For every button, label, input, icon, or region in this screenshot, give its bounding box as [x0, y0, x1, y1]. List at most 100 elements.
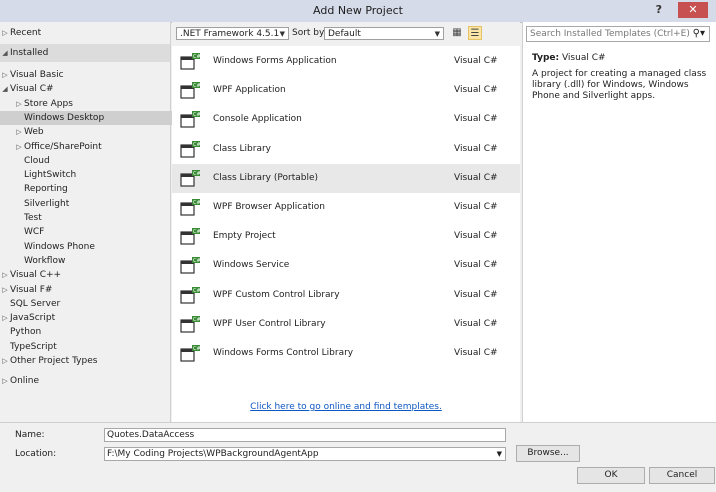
name-label: Name: [15, 430, 45, 440]
expand-arrow-icon[interactable]: ▷ [14, 97, 24, 111]
template-row[interactable]: C# Empty Project Visual C# [172, 222, 520, 251]
wpf-browser-app-icon: C# [180, 199, 201, 217]
tree-item[interactable]: ▷ Visual C++ [0, 268, 170, 282]
template-toolbar: .NET Framework 4.5.1 ▼ Sort by: Default ▼ … [172, 22, 520, 46]
tree-item[interactable]: ▷ Visual F# [0, 283, 170, 297]
expand-arrow-icon[interactable]: ▷ [0, 68, 10, 82]
empty-project-icon: C# [180, 228, 201, 246]
template-language: Visual C# [454, 318, 498, 329]
list-view-icon[interactable]: ☰ [468, 26, 482, 40]
template-name: Class Library (Portable) [213, 172, 318, 183]
template-row[interactable]: C# Windows Forms Application Visual C# [172, 47, 520, 76]
class-library-icon: C# [180, 140, 201, 159]
expand-arrow-icon[interactable]: ▷ [0, 354, 10, 368]
tree-item[interactable]: TypeScript [0, 340, 170, 354]
help-button[interactable]: ? [656, 3, 662, 16]
expand-arrow-icon[interactable]: ▷ [14, 125, 24, 139]
tree-item[interactable]: Python [0, 325, 170, 339]
tree-item[interactable]: SQL Server [0, 297, 170, 311]
template-name: WPF Application [213, 85, 286, 96]
template-row[interactable]: C# Console Application Visual C# [172, 105, 520, 134]
expand-arrow-icon[interactable]: ▷ [0, 283, 10, 297]
template-language: Visual C# [454, 85, 498, 96]
windows-forms-app-icon: C# [180, 53, 201, 71]
portable-class-library-icon: C# [180, 169, 201, 188]
svg-text:C#: C# [193, 200, 200, 206]
template-row[interactable]: C# WPF Application Visual C# [172, 76, 520, 105]
template-row[interactable]: C# Windows Forms Control Library Visual C# [172, 339, 520, 368]
windows-service-icon: C# [180, 257, 201, 275]
medium-icons-view-icon[interactable]: ▦ [450, 26, 464, 40]
tree-item[interactable]: ◢ Visual C# [0, 82, 170, 96]
template-name: Windows Forms Application [213, 56, 337, 66]
winforms-control-library-icon: C# [180, 345, 201, 363]
tree-item[interactable]: Windows Desktop [0, 110, 184, 125]
template-language: Visual C# [454, 289, 498, 300]
template-name: Console Application [213, 114, 302, 125]
cancel-button[interactable]: Cancel [649, 467, 715, 484]
svg-text:C#: C# [193, 83, 200, 89]
search-templates-input[interactable]: Search Installed Templates (Ctrl+E) ⚲▾ [526, 26, 710, 42]
project-name-input[interactable]: Quotes.DataAccess [104, 428, 506, 442]
expand-arrow-icon[interactable]: ◢ [0, 82, 10, 96]
svg-text:C#: C# [193, 346, 200, 352]
template-name: WPF User Control Library [213, 318, 326, 329]
template-name: Windows Service [213, 260, 290, 271]
tree-item[interactable]: ▷ Visual Basic [0, 68, 170, 82]
tree-item-online[interactable]: ▷ Online [0, 374, 170, 388]
tree-item[interactable]: ▷ Store Apps [0, 97, 184, 111]
template-row[interactable]: C# WPF User Control Library Visual C# [172, 310, 520, 339]
tree-item[interactable]: Silverlight [0, 197, 184, 211]
wpf-app-icon: C# [180, 82, 201, 100]
template-row[interactable]: C# WPF Browser Application Visual C# [172, 193, 520, 222]
location-dropdown[interactable]: F:\My Coding Projects\WPBackgroundAgentA… [104, 447, 506, 461]
expand-arrow-icon[interactable]: ▷ [14, 140, 24, 154]
browse-button[interactable]: Browse... [516, 445, 580, 462]
tree-item[interactable]: ▷ JavaScript [0, 311, 170, 325]
tree-item[interactable]: ▷ Other Project Types [0, 354, 170, 368]
expand-arrow-icon[interactable]: ▷ [0, 268, 10, 282]
framework-dropdown[interactable]: .NET Framework 4.5.1 ▼ [176, 27, 289, 40]
svg-text:C#: C# [193, 317, 200, 323]
template-language: Visual C# [454, 172, 498, 183]
console-app-icon: C# [180, 111, 201, 129]
template-row[interactable]: C# Class Library (Portable) Visual C# [172, 163, 520, 193]
tree-item-installed[interactable]: ◢ Installed [0, 44, 170, 62]
svg-text:C#: C# [193, 288, 200, 294]
tree-item[interactable]: Workflow [0, 254, 184, 268]
template-language: Visual C# [454, 143, 498, 154]
template-description: A project for creating a managed class l… [532, 69, 707, 101]
template-type: Type: Visual C# [532, 53, 606, 63]
details-panel: Search Installed Templates (Ctrl+E) ⚲▾ Ty… [522, 22, 716, 422]
template-row[interactable]: C# Class Library Visual C# [172, 135, 520, 164]
tree-item[interactable]: Reporting [0, 182, 184, 196]
ok-button[interactable]: OK [577, 467, 645, 484]
expand-arrow-icon[interactable]: ▷ [0, 311, 10, 325]
svg-text:C#: C# [193, 229, 200, 235]
template-row[interactable]: C# WPF Custom Control Library Visual C# [172, 281, 520, 310]
close-button[interactable]: ✕ [678, 2, 708, 18]
template-name: WPF Custom Control Library [213, 289, 340, 300]
dropdown-arrow-icon: ▼ [434, 30, 440, 38]
tree-item[interactable]: LightSwitch [0, 168, 184, 182]
template-row[interactable]: C# Windows Service Visual C# [172, 251, 520, 280]
tree-item[interactable]: Cloud [0, 154, 184, 168]
template-name: Empty Project [213, 231, 276, 242]
template-language: Visual C# [454, 348, 498, 358]
tree-item[interactable]: WCF [0, 225, 184, 239]
location-label: Location: [15, 449, 57, 459]
collapse-arrow-icon: ◢ [2, 49, 8, 57]
tree-item[interactable]: Test [0, 211, 184, 225]
expand-arrow-icon: ▷ [2, 377, 8, 385]
template-language: Visual C# [454, 114, 498, 125]
find-online-templates-link[interactable]: Click here to go online and find templat… [172, 402, 520, 412]
tree-item[interactable]: ▷ Web [0, 125, 184, 139]
svg-text:C#: C# [193, 171, 200, 177]
template-list-panel: .NET Framework 4.5.1 ▼ Sort by: Default ▼ … [172, 22, 520, 422]
tree-item[interactable]: ▷ Office/SharePoint [0, 140, 184, 154]
sort-dropdown[interactable]: Default ▼ [324, 27, 444, 40]
tree-item-recent[interactable]: ▷ Recent [0, 26, 170, 40]
search-icon[interactable]: ⚲▾ [693, 27, 705, 41]
tree-item[interactable]: Windows Phone [0, 240, 184, 254]
dropdown-arrow-icon: ▼ [496, 450, 502, 458]
